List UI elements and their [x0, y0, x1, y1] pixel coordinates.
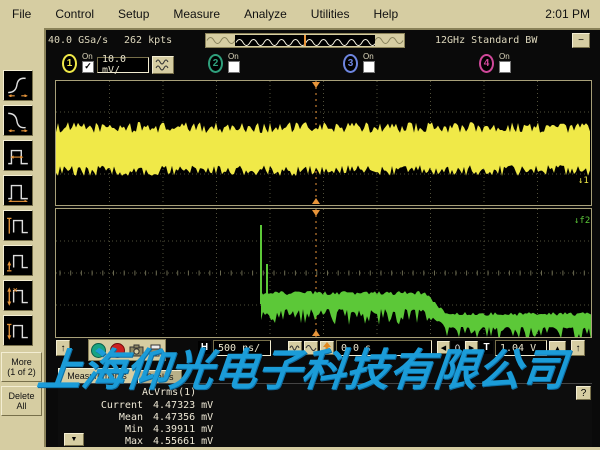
fall-time-icon [6, 110, 30, 132]
menu-measure[interactable]: Measure [161, 7, 232, 21]
channel-2-badge[interactable]: 2 [208, 54, 223, 73]
fall-time-button[interactable] [3, 105, 33, 136]
measurements-scroll-down-button[interactable]: ▼ [64, 433, 84, 446]
period-button[interactable] [3, 175, 33, 206]
oscilloscope-screen: File Control Setup Measure Analyze Utili… [0, 0, 600, 450]
menu-setup[interactable]: Setup [106, 7, 161, 21]
v-pp-button[interactable] [3, 280, 33, 311]
menu-analyze[interactable]: Analyze [232, 7, 299, 21]
sample-rate: 40.0 GSa/s [48, 35, 108, 46]
delete-all-label: Delete [8, 391, 34, 401]
down-triangle-icon: ▼ [71, 436, 78, 443]
row-value: 4.55661 mV [153, 436, 213, 447]
period-icon [6, 180, 30, 202]
top-graticule [55, 80, 592, 206]
channel-1-on-label: On [82, 53, 93, 61]
channel-3-checkbox[interactable] [363, 61, 375, 73]
row-label: Current [58, 400, 143, 411]
channel-4-on-label: On [499, 53, 510, 61]
more-button-page: (1 of 2) [7, 367, 36, 377]
channel-1-ground-marker[interactable]: ↓1 [578, 176, 589, 186]
rise-time-icon [6, 75, 30, 97]
channel-4-badge[interactable]: 4 [479, 54, 494, 73]
rise-time-button[interactable] [3, 70, 33, 101]
measurement-row-current: Current 4.47323 mV [58, 400, 213, 411]
channel-1-coupling-button[interactable] [152, 56, 174, 74]
channel-2-on-label: On [228, 53, 239, 61]
channel-4-checkbox[interactable] [499, 61, 511, 73]
menu-bar: File Control Setup Measure Analyze Utili… [0, 0, 600, 30]
channel-1-badge[interactable]: 1 [62, 54, 77, 73]
function-2-ground-marker[interactable]: ↓f2 [574, 216, 590, 226]
channel-1-on: On ✓ [82, 53, 94, 73]
row-value: 4.47323 mV [153, 400, 213, 411]
channel-4-on: On [499, 53, 511, 73]
v-min-button[interactable] [3, 315, 33, 346]
channel-2-on: On [228, 53, 240, 73]
waveform-preview-bar[interactable] [205, 33, 405, 48]
channel-3-badge[interactable]: 3 [343, 54, 358, 73]
bandwidth: 12GHz Standard BW [435, 35, 537, 46]
memory-depth: 262 kpts [124, 35, 172, 46]
channel-3-on: On [363, 53, 375, 73]
menu-utilities[interactable]: Utilities [299, 7, 362, 21]
positive-width-button[interactable] [3, 140, 33, 171]
measurement-row-mean: Mean 4.47356 mV [58, 412, 213, 423]
v-top-button[interactable] [3, 210, 33, 241]
preview-window[interactable] [235, 35, 375, 46]
v-pp-icon [6, 285, 30, 307]
channel-3-on-label: On [363, 53, 374, 61]
bottom-graticule [55, 208, 592, 338]
coupling-wave-icon [155, 58, 171, 72]
channel-2-checkbox[interactable] [228, 61, 240, 73]
preview-trigger-marker [304, 35, 306, 46]
channel-1-checkbox[interactable]: ✓ [82, 61, 94, 73]
row-label: Mean [58, 412, 143, 423]
channel-1-trace [56, 81, 591, 205]
row-value: 4.39911 mV [153, 424, 213, 435]
clock: 2:01 PM [545, 7, 600, 21]
menu-control[interactable]: Control [43, 7, 106, 21]
v-base-icon [6, 250, 30, 272]
v-base-button[interactable] [3, 245, 33, 276]
function-2-trace [56, 209, 591, 337]
positive-width-icon [6, 145, 30, 167]
delete-all-label2: All [16, 401, 26, 411]
row-value: 4.47356 mV [153, 412, 213, 423]
menu-help[interactable]: Help [361, 7, 410, 21]
v-min-icon [6, 320, 30, 342]
menu-file[interactable]: File [0, 7, 43, 21]
more-button-label: More [11, 357, 32, 367]
channel-1-scale[interactable]: 10.0 mV/ [97, 57, 149, 73]
minimize-button[interactable]: − [572, 33, 590, 48]
vendor-watermark: 上海仰光电子科技有限公司 [35, 334, 600, 398]
v-top-icon [6, 215, 30, 237]
